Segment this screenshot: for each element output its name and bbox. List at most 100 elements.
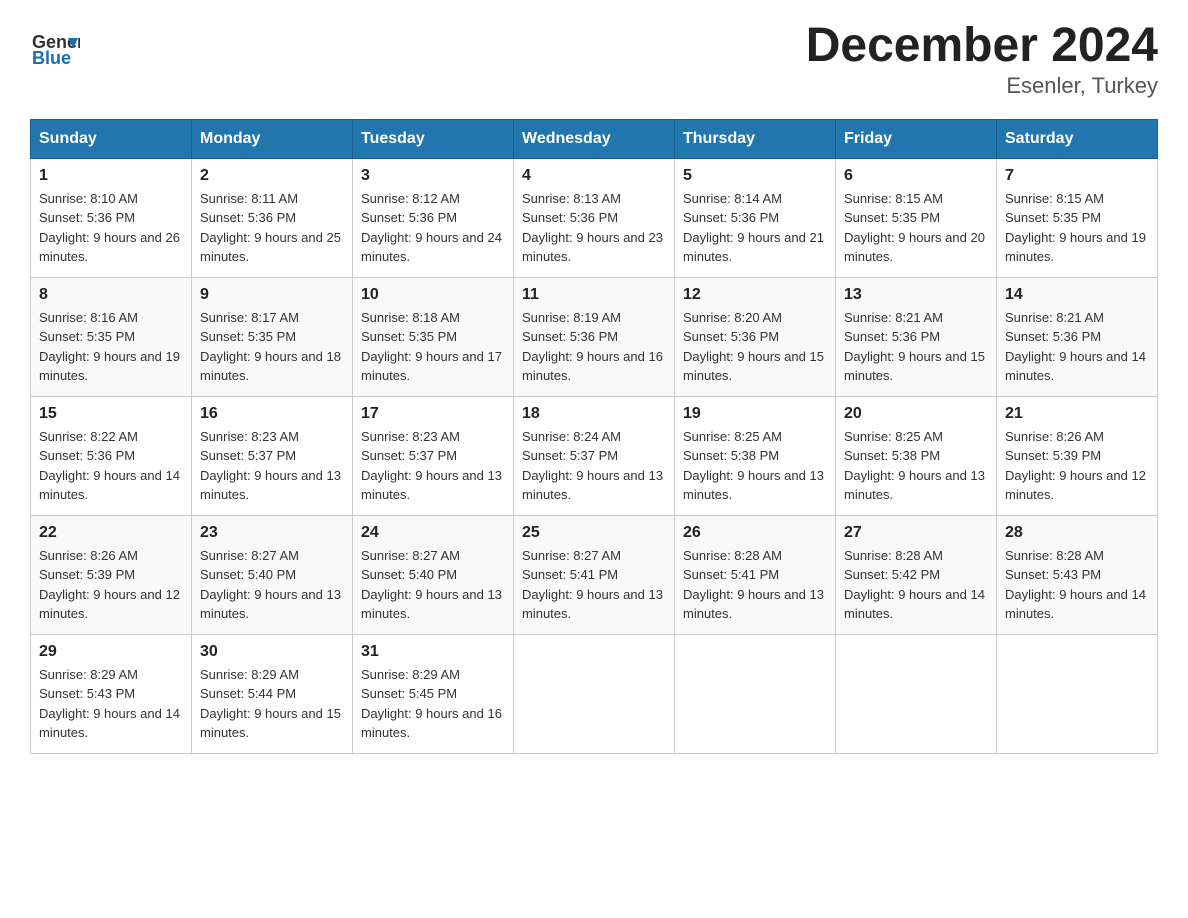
daylight-label: Daylight: 9 hours and 14 minutes.: [39, 468, 180, 503]
sunrise-label: Sunrise: 8:27 AM: [522, 548, 621, 563]
sunset-label: Sunset: 5:43 PM: [1005, 567, 1101, 582]
day-info: Sunrise: 8:10 AM Sunset: 5:36 PM Dayligh…: [39, 189, 183, 267]
table-row: 23 Sunrise: 8:27 AM Sunset: 5:40 PM Dayl…: [192, 515, 353, 634]
daylight-label: Daylight: 9 hours and 21 minutes.: [683, 230, 824, 265]
day-number: 14: [1005, 286, 1149, 304]
sunrise-label: Sunrise: 8:17 AM: [200, 310, 299, 325]
day-info: Sunrise: 8:29 AM Sunset: 5:43 PM Dayligh…: [39, 665, 183, 743]
calendar-subtitle: Esenler, Turkey: [806, 73, 1158, 99]
table-row: 13 Sunrise: 8:21 AM Sunset: 5:36 PM Dayl…: [836, 277, 997, 396]
sunrise-label: Sunrise: 8:29 AM: [39, 667, 138, 682]
daylight-label: Daylight: 9 hours and 13 minutes.: [522, 587, 663, 622]
day-info: Sunrise: 8:21 AM Sunset: 5:36 PM Dayligh…: [1005, 308, 1149, 386]
day-info: Sunrise: 8:25 AM Sunset: 5:38 PM Dayligh…: [844, 427, 988, 505]
day-info: Sunrise: 8:15 AM Sunset: 5:35 PM Dayligh…: [844, 189, 988, 267]
sunset-label: Sunset: 5:39 PM: [1005, 448, 1101, 463]
table-row: 17 Sunrise: 8:23 AM Sunset: 5:37 PM Dayl…: [353, 396, 514, 515]
sunrise-label: Sunrise: 8:28 AM: [1005, 548, 1104, 563]
sunset-label: Sunset: 5:35 PM: [39, 329, 135, 344]
sunrise-label: Sunrise: 8:25 AM: [683, 429, 782, 444]
day-info: Sunrise: 8:22 AM Sunset: 5:36 PM Dayligh…: [39, 427, 183, 505]
day-info: Sunrise: 8:20 AM Sunset: 5:36 PM Dayligh…: [683, 308, 827, 386]
sunrise-label: Sunrise: 8:25 AM: [844, 429, 943, 444]
sunset-label: Sunset: 5:37 PM: [200, 448, 296, 463]
header-wednesday: Wednesday: [514, 119, 675, 158]
day-info: Sunrise: 8:13 AM Sunset: 5:36 PM Dayligh…: [522, 189, 666, 267]
day-number: 27: [844, 524, 988, 542]
table-row: 28 Sunrise: 8:28 AM Sunset: 5:43 PM Dayl…: [997, 515, 1158, 634]
day-number: 1: [39, 167, 183, 185]
sunset-label: Sunset: 5:44 PM: [200, 686, 296, 701]
daylight-label: Daylight: 9 hours and 23 minutes.: [522, 230, 663, 265]
day-info: Sunrise: 8:24 AM Sunset: 5:37 PM Dayligh…: [522, 427, 666, 505]
sunrise-label: Sunrise: 8:18 AM: [361, 310, 460, 325]
table-row: 3 Sunrise: 8:12 AM Sunset: 5:36 PM Dayli…: [353, 158, 514, 277]
table-row: 12 Sunrise: 8:20 AM Sunset: 5:36 PM Dayl…: [675, 277, 836, 396]
sunrise-label: Sunrise: 8:22 AM: [39, 429, 138, 444]
header-tuesday: Tuesday: [353, 119, 514, 158]
table-row: [997, 634, 1158, 753]
day-number: 11: [522, 286, 666, 304]
table-row: 20 Sunrise: 8:25 AM Sunset: 5:38 PM Dayl…: [836, 396, 997, 515]
daylight-label: Daylight: 9 hours and 18 minutes.: [200, 349, 341, 384]
day-info: Sunrise: 8:28 AM Sunset: 5:42 PM Dayligh…: [844, 546, 988, 624]
day-number: 15: [39, 405, 183, 423]
sunrise-label: Sunrise: 8:26 AM: [1005, 429, 1104, 444]
daylight-label: Daylight: 9 hours and 15 minutes.: [683, 349, 824, 384]
table-row: 30 Sunrise: 8:29 AM Sunset: 5:44 PM Dayl…: [192, 634, 353, 753]
day-number: 25: [522, 524, 666, 542]
sunset-label: Sunset: 5:43 PM: [39, 686, 135, 701]
day-info: Sunrise: 8:27 AM Sunset: 5:40 PM Dayligh…: [200, 546, 344, 624]
table-row: 1 Sunrise: 8:10 AM Sunset: 5:36 PM Dayli…: [31, 158, 192, 277]
day-info: Sunrise: 8:16 AM Sunset: 5:35 PM Dayligh…: [39, 308, 183, 386]
sunset-label: Sunset: 5:42 PM: [844, 567, 940, 582]
day-number: 26: [683, 524, 827, 542]
daylight-label: Daylight: 9 hours and 24 minutes.: [361, 230, 502, 265]
sunrise-label: Sunrise: 8:29 AM: [200, 667, 299, 682]
day-info: Sunrise: 8:25 AM Sunset: 5:38 PM Dayligh…: [683, 427, 827, 505]
sunset-label: Sunset: 5:35 PM: [844, 210, 940, 225]
day-info: Sunrise: 8:28 AM Sunset: 5:43 PM Dayligh…: [1005, 546, 1149, 624]
table-row: 18 Sunrise: 8:24 AM Sunset: 5:37 PM Dayl…: [514, 396, 675, 515]
sunrise-label: Sunrise: 8:16 AM: [39, 310, 138, 325]
daylight-label: Daylight: 9 hours and 13 minutes.: [683, 587, 824, 622]
day-number: 12: [683, 286, 827, 304]
sunrise-label: Sunrise: 8:27 AM: [361, 548, 460, 563]
day-info: Sunrise: 8:17 AM Sunset: 5:35 PM Dayligh…: [200, 308, 344, 386]
day-info: Sunrise: 8:29 AM Sunset: 5:44 PM Dayligh…: [200, 665, 344, 743]
table-row: 11 Sunrise: 8:19 AM Sunset: 5:36 PM Dayl…: [514, 277, 675, 396]
day-info: Sunrise: 8:21 AM Sunset: 5:36 PM Dayligh…: [844, 308, 988, 386]
day-info: Sunrise: 8:27 AM Sunset: 5:41 PM Dayligh…: [522, 546, 666, 624]
sunset-label: Sunset: 5:41 PM: [522, 567, 618, 582]
daylight-label: Daylight: 9 hours and 12 minutes.: [39, 587, 180, 622]
day-number: 23: [200, 524, 344, 542]
day-number: 13: [844, 286, 988, 304]
table-row: 14 Sunrise: 8:21 AM Sunset: 5:36 PM Dayl…: [997, 277, 1158, 396]
sunset-label: Sunset: 5:35 PM: [200, 329, 296, 344]
header-saturday: Saturday: [997, 119, 1158, 158]
sunset-label: Sunset: 5:38 PM: [683, 448, 779, 463]
day-number: 22: [39, 524, 183, 542]
table-row: 26 Sunrise: 8:28 AM Sunset: 5:41 PM Dayl…: [675, 515, 836, 634]
page-header: General Blue December 2024 Esenler, Turk…: [30, 20, 1158, 99]
sunset-label: Sunset: 5:36 PM: [844, 329, 940, 344]
svg-text:Blue: Blue: [32, 48, 71, 68]
table-row: 19 Sunrise: 8:25 AM Sunset: 5:38 PM Dayl…: [675, 396, 836, 515]
day-number: 21: [1005, 405, 1149, 423]
sunrise-label: Sunrise: 8:21 AM: [844, 310, 943, 325]
daylight-label: Daylight: 9 hours and 13 minutes.: [361, 468, 502, 503]
sunset-label: Sunset: 5:36 PM: [361, 210, 457, 225]
day-number: 8: [39, 286, 183, 304]
sunset-label: Sunset: 5:41 PM: [683, 567, 779, 582]
sunset-label: Sunset: 5:45 PM: [361, 686, 457, 701]
day-info: Sunrise: 8:19 AM Sunset: 5:36 PM Dayligh…: [522, 308, 666, 386]
sunset-label: Sunset: 5:36 PM: [683, 210, 779, 225]
day-info: Sunrise: 8:29 AM Sunset: 5:45 PM Dayligh…: [361, 665, 505, 743]
sunset-label: Sunset: 5:40 PM: [200, 567, 296, 582]
sunset-label: Sunset: 5:36 PM: [683, 329, 779, 344]
day-info: Sunrise: 8:11 AM Sunset: 5:36 PM Dayligh…: [200, 189, 344, 267]
sunset-label: Sunset: 5:40 PM: [361, 567, 457, 582]
sunrise-label: Sunrise: 8:26 AM: [39, 548, 138, 563]
day-number: 19: [683, 405, 827, 423]
table-row: 29 Sunrise: 8:29 AM Sunset: 5:43 PM Dayl…: [31, 634, 192, 753]
